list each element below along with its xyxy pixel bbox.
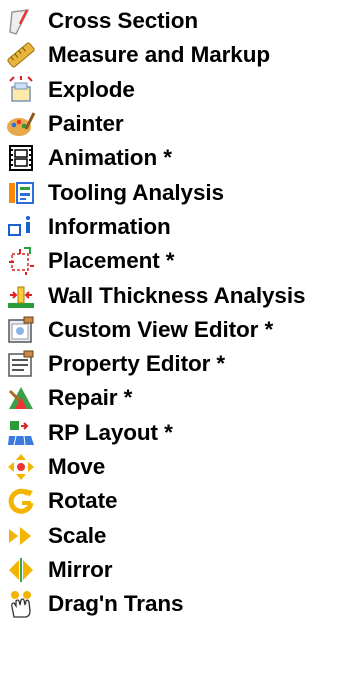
menu-item-label: Custom View Editor *: [48, 316, 274, 342]
film-strip-icon: [6, 143, 36, 173]
property-editor-icon: [6, 349, 36, 379]
menu-item-label: Drag'n Trans: [48, 591, 184, 617]
menu-item-label: Scale: [48, 522, 107, 548]
mirror-icon: [6, 555, 36, 585]
information-icon: [6, 212, 36, 242]
menu-item-label: Move: [48, 454, 106, 479]
menu-item-label: Property Editor *: [48, 351, 226, 377]
ruler-icon: [6, 40, 36, 70]
menu-item-label: Explode: [48, 76, 135, 102]
menu-item-label: RP Layout *: [48, 419, 173, 445]
menu-item-label: Wall Thickness Analysis: [48, 282, 306, 308]
menu-item-label: Rotate: [48, 488, 118, 514]
wall-thickness-icon: [6, 281, 36, 311]
menu-item-rp-layout[interactable]: RP Layout *: [6, 416, 361, 450]
cross-section-icon: [6, 6, 36, 36]
paint-palette-icon: [6, 109, 36, 139]
scale-icon: [6, 521, 36, 551]
placement-icon: [6, 246, 36, 276]
menu-item-rotate[interactable]: Rotate: [6, 484, 361, 518]
menu-item-measure-and-markup[interactable]: Measure and Markup: [6, 38, 361, 72]
hand-drag-icon: [6, 589, 36, 619]
menu-item-painter[interactable]: Painter: [6, 107, 361, 141]
menu-item-animation[interactable]: Animation *: [6, 141, 361, 175]
menu-item-placement[interactable]: Placement *: [6, 244, 361, 278]
menu-item-label: Measure and Markup: [48, 42, 271, 68]
menu-item-repair[interactable]: Repair *: [6, 381, 361, 415]
custom-view-editor-icon: [6, 315, 36, 345]
menu-item-drag-n-trans[interactable]: Drag'n Trans: [6, 587, 361, 621]
menu-item-information[interactable]: Information: [6, 210, 361, 244]
tools-menu: Cross Section Measure and Markup Explode…: [6, 4, 361, 621]
menu-item-cross-section[interactable]: Cross Section: [6, 4, 361, 38]
menu-item-tooling-analysis[interactable]: Tooling Analysis: [6, 175, 361, 209]
rotate-icon: [6, 486, 36, 516]
repair-icon: [6, 383, 36, 413]
menu-item-move[interactable]: Move: [6, 450, 361, 484]
menu-item-label: Mirror: [48, 556, 113, 582]
menu-item-mirror[interactable]: Mirror: [6, 553, 361, 587]
move-arrows-icon: [6, 452, 36, 482]
menu-item-label: Animation *: [48, 145, 172, 171]
menu-item-label: Painter: [48, 111, 124, 137]
rp-layout-icon: [6, 418, 36, 448]
menu-item-label: Tooling Analysis: [48, 179, 224, 205]
menu-item-label: Placement *: [48, 248, 175, 274]
menu-item-label: Information: [48, 213, 171, 239]
menu-item-label: Repair *: [48, 385, 133, 411]
explode-icon: [6, 75, 36, 105]
menu-item-custom-view-editor[interactable]: Custom View Editor *: [6, 313, 361, 347]
menu-item-wall-thickness-analysis[interactable]: Wall Thickness Analysis: [6, 278, 361, 312]
tooling-analysis-icon: [6, 178, 36, 208]
menu-item-explode[interactable]: Explode: [6, 73, 361, 107]
menu-item-property-editor[interactable]: Property Editor *: [6, 347, 361, 381]
menu-item-label: Cross Section: [48, 8, 198, 34]
menu-item-scale[interactable]: Scale: [6, 518, 361, 552]
